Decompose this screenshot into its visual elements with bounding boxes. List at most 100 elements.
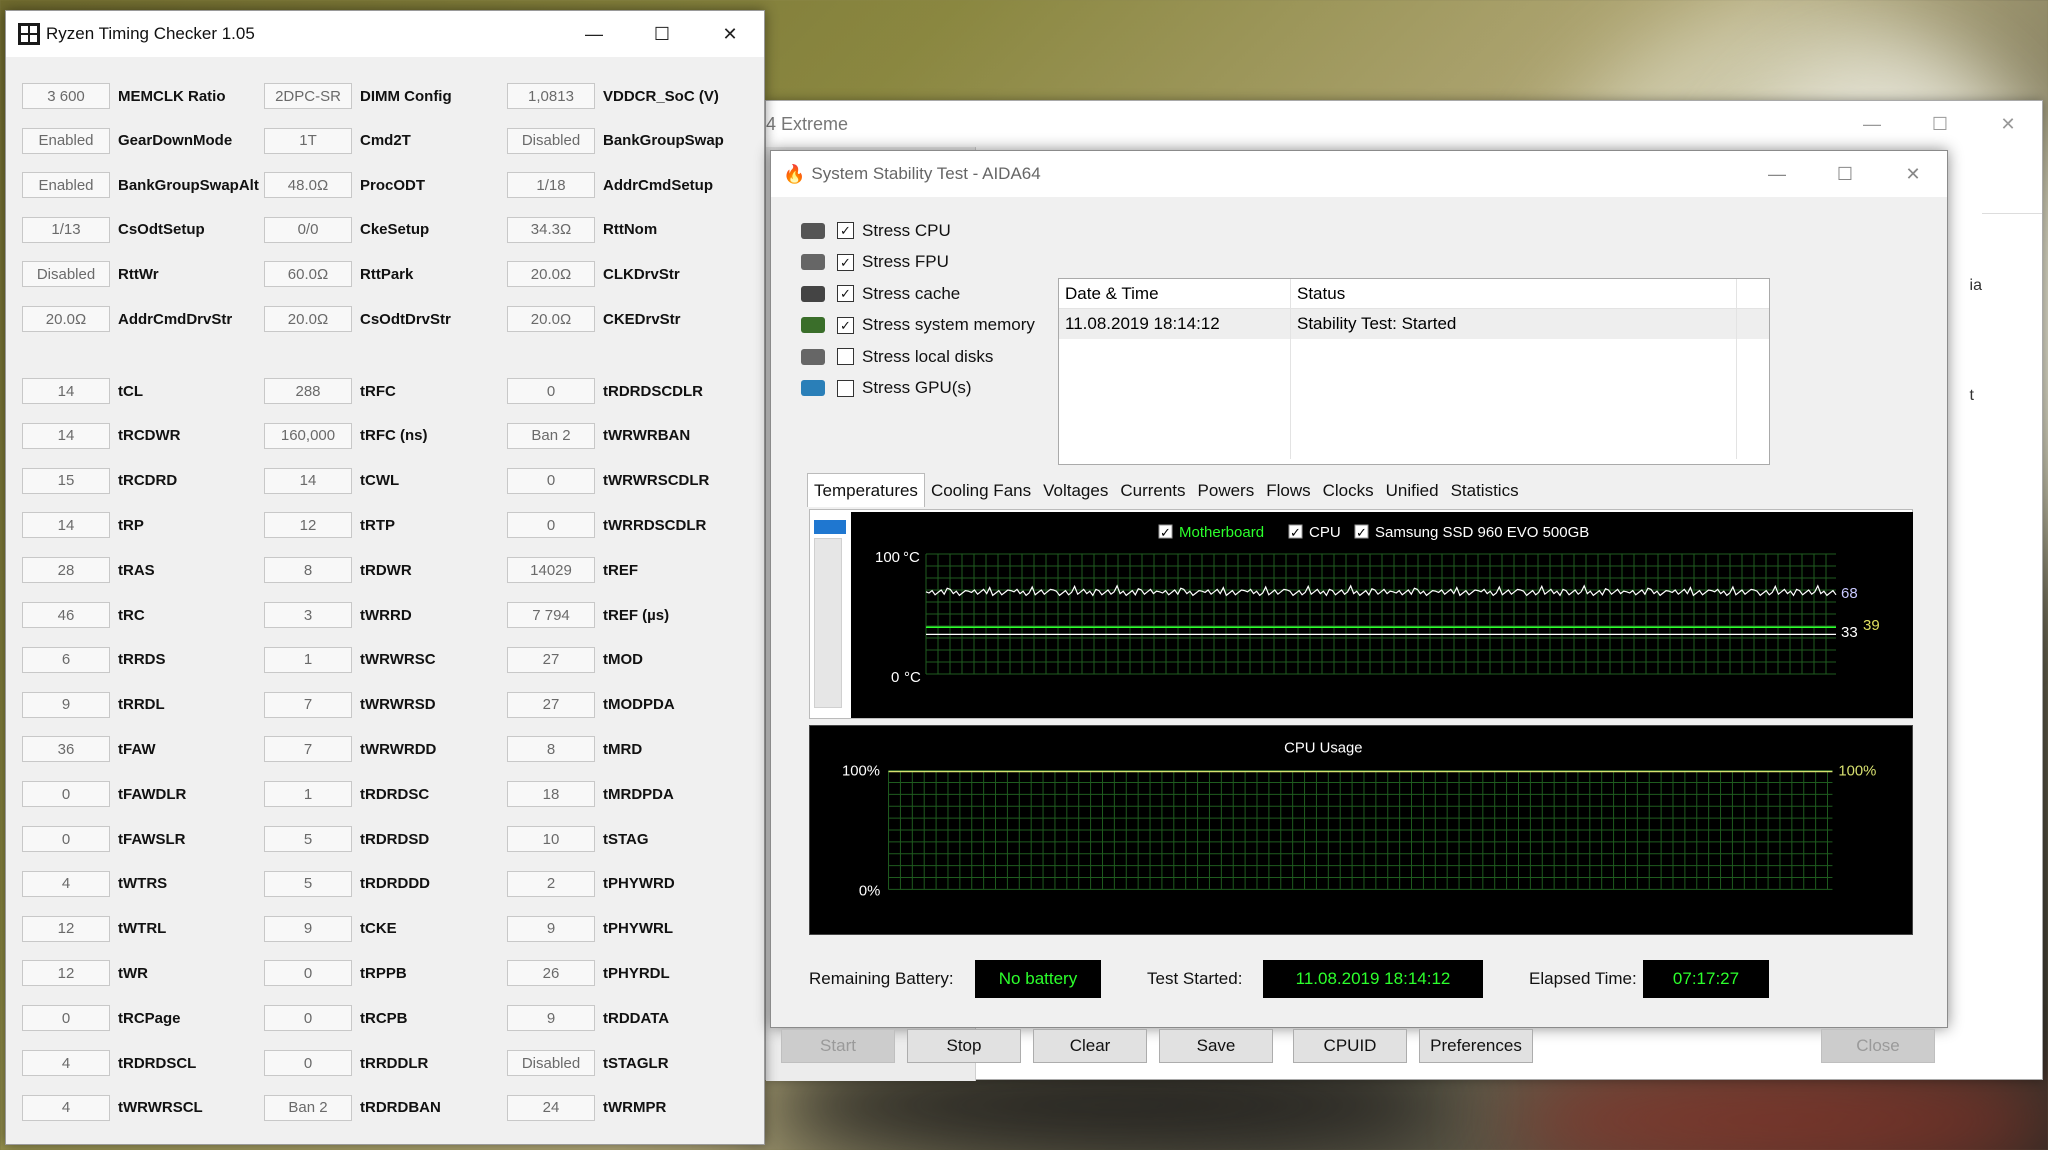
stress-option[interactable]: Stress GPU(s) <box>801 373 1061 405</box>
timing-value-field[interactable]: 26 <box>507 960 595 987</box>
timing-value-field[interactable]: 0 <box>264 1005 352 1032</box>
tab-flows[interactable]: Flows <box>1260 475 1316 507</box>
timing-value-field[interactable]: 46 <box>22 602 110 628</box>
timing-value-field[interactable]: Ban 2 <box>264 1094 352 1121</box>
timing-value-field[interactable]: Enabled <box>22 172 110 199</box>
timing-value-field[interactable]: 5 <box>264 826 352 852</box>
timing-value-field[interactable]: 14 <box>264 467 352 494</box>
timing-value-field[interactable]: 10 <box>507 826 595 852</box>
timing-value-field[interactable]: Disabled <box>507 1050 595 1076</box>
maximize-icon[interactable]: ☐ <box>1906 101 1974 147</box>
stress-option[interactable]: Stress local disks <box>801 341 1061 373</box>
timing-value-field[interactable]: 3 600 <box>22 83 110 109</box>
timing-value-field[interactable]: Ban 2 <box>507 422 595 449</box>
timing-value-field[interactable]: 7 794 <box>507 602 595 628</box>
timing-value-field[interactable]: 9 <box>22 691 110 718</box>
timing-value-field[interactable]: 36 <box>22 736 110 763</box>
maximize-icon[interactable]: ☐ <box>1811 151 1879 197</box>
timing-value-field[interactable]: 7 <box>264 691 352 718</box>
stress-option[interactable]: ✓ Stress system memory <box>801 310 1061 342</box>
timing-value-field[interactable]: 2 <box>507 870 595 897</box>
timing-value-field[interactable]: 5 <box>264 870 352 897</box>
timing-value-field[interactable]: 15 <box>22 467 110 494</box>
timing-value-field[interactable]: 27 <box>507 691 595 718</box>
timing-value-field[interactable]: 14 <box>22 512 110 539</box>
close-icon[interactable]: ✕ <box>1879 151 1947 197</box>
tab-clocks[interactable]: Clocks <box>1317 475 1380 507</box>
timing-value-field[interactable]: 0 <box>264 1050 352 1076</box>
tab-powers[interactable]: Powers <box>1192 475 1261 507</box>
timing-value-field[interactable]: 27 <box>507 646 595 673</box>
timing-value-field[interactable]: 1T <box>264 127 352 154</box>
timing-value-field[interactable]: 288 <box>264 378 352 404</box>
timing-value-field[interactable]: 12 <box>22 960 110 987</box>
timing-value-field[interactable]: 1/18 <box>507 172 595 199</box>
checkbox[interactable] <box>837 379 854 397</box>
timing-value-field[interactable]: 20.0Ω <box>264 306 352 332</box>
graph-selector[interactable] <box>814 516 846 714</box>
timing-value-field[interactable]: 0 <box>264 960 352 987</box>
timing-value-field[interactable]: 34.3Ω <box>507 216 595 243</box>
timing-value-field[interactable]: 0 <box>507 378 595 404</box>
tab-currents[interactable]: Currents <box>1114 475 1191 507</box>
timing-value-field[interactable]: 28 <box>22 557 110 584</box>
table-row[interactable]: 11.08.2019 18:14:12 Stability Test: Star… <box>1059 309 1769 339</box>
tab-voltages[interactable]: Voltages <box>1037 475 1114 507</box>
timing-value-field[interactable]: 20.0Ω <box>22 306 110 332</box>
timing-value-field[interactable]: 7 <box>264 736 352 763</box>
cpuid-button[interactable]: CPUID <box>1293 1029 1407 1063</box>
timing-value-field[interactable]: 14029 <box>507 557 595 584</box>
checkbox[interactable]: ✓ <box>837 222 854 240</box>
timing-value-field[interactable]: 0/0 <box>264 216 352 243</box>
column-header-date[interactable]: Date & Time <box>1059 279 1291 308</box>
timing-value-field[interactable]: 24 <box>507 1094 595 1121</box>
timing-value-field[interactable]: 4 <box>22 870 110 897</box>
stress-option[interactable]: ✓ Stress cache <box>801 278 1061 310</box>
timing-value-field[interactable]: 6 <box>22 646 110 673</box>
close-icon[interactable]: ✕ <box>696 11 764 57</box>
timing-value-field[interactable]: 20.0Ω <box>507 306 595 332</box>
start-button[interactable]: Start <box>781 1029 895 1063</box>
timing-value-field[interactable]: 14 <box>22 422 110 449</box>
timing-value-field[interactable]: 0 <box>22 781 110 808</box>
timing-value-field[interactable]: 4 <box>22 1094 110 1121</box>
preferences-button[interactable]: Preferences <box>1419 1029 1533 1063</box>
timing-value-field[interactable]: 12 <box>22 915 110 942</box>
tab-temperatures[interactable]: Temperatures <box>807 473 925 507</box>
stop-button[interactable]: Stop <box>907 1029 1021 1063</box>
timing-value-field[interactable]: 9 <box>507 915 595 942</box>
graph-selector-item[interactable] <box>814 520 846 534</box>
timing-value-field[interactable]: 2DPC-SR <box>264 83 352 109</box>
minimize-icon[interactable]: — <box>560 11 628 57</box>
timing-value-field[interactable]: Disabled <box>507 127 595 154</box>
timing-value-field[interactable]: Enabled <box>22 127 110 154</box>
timing-value-field[interactable]: 60.0Ω <box>264 261 352 288</box>
timing-value-field[interactable]: 3 <box>264 602 352 628</box>
timing-value-field[interactable]: 1/13 <box>22 216 110 243</box>
clear-button[interactable]: Clear <box>1033 1029 1147 1063</box>
timing-value-field[interactable]: Disabled <box>22 261 110 288</box>
column-header-status[interactable]: Status <box>1291 279 1737 308</box>
checkbox[interactable]: ✓ <box>837 253 854 271</box>
stress-option[interactable]: ✓ Stress FPU <box>801 247 1061 279</box>
timing-value-field[interactable]: 8 <box>264 557 352 584</box>
tab-unified[interactable]: Unified <box>1380 475 1445 507</box>
save-button[interactable]: Save <box>1159 1029 1273 1063</box>
timing-value-field[interactable]: 0 <box>22 1005 110 1032</box>
timing-value-field[interactable]: 20.0Ω <box>507 261 595 288</box>
timing-value-field[interactable]: 160,000 <box>264 422 352 449</box>
maximize-icon[interactable]: ☐ <box>628 11 696 57</box>
close-button[interactable]: Close <box>1821 1029 1935 1063</box>
timing-value-field[interactable]: 0 <box>507 467 595 494</box>
stress-option[interactable]: ✓ Stress CPU <box>801 215 1061 247</box>
minimize-icon[interactable]: — <box>1743 151 1811 197</box>
timing-value-field[interactable]: 48.0Ω <box>264 172 352 199</box>
timing-value-field[interactable]: 1 <box>264 646 352 673</box>
timing-value-field[interactable]: 12 <box>264 512 352 539</box>
timing-value-field[interactable]: 1 <box>264 781 352 808</box>
timing-value-field[interactable]: 9 <box>264 915 352 942</box>
tab-cooling-fans[interactable]: Cooling Fans <box>925 475 1037 507</box>
timing-value-field[interactable]: 0 <box>507 512 595 539</box>
checkbox[interactable]: ✓ <box>837 285 854 303</box>
checkbox[interactable]: ✓ <box>837 316 854 334</box>
